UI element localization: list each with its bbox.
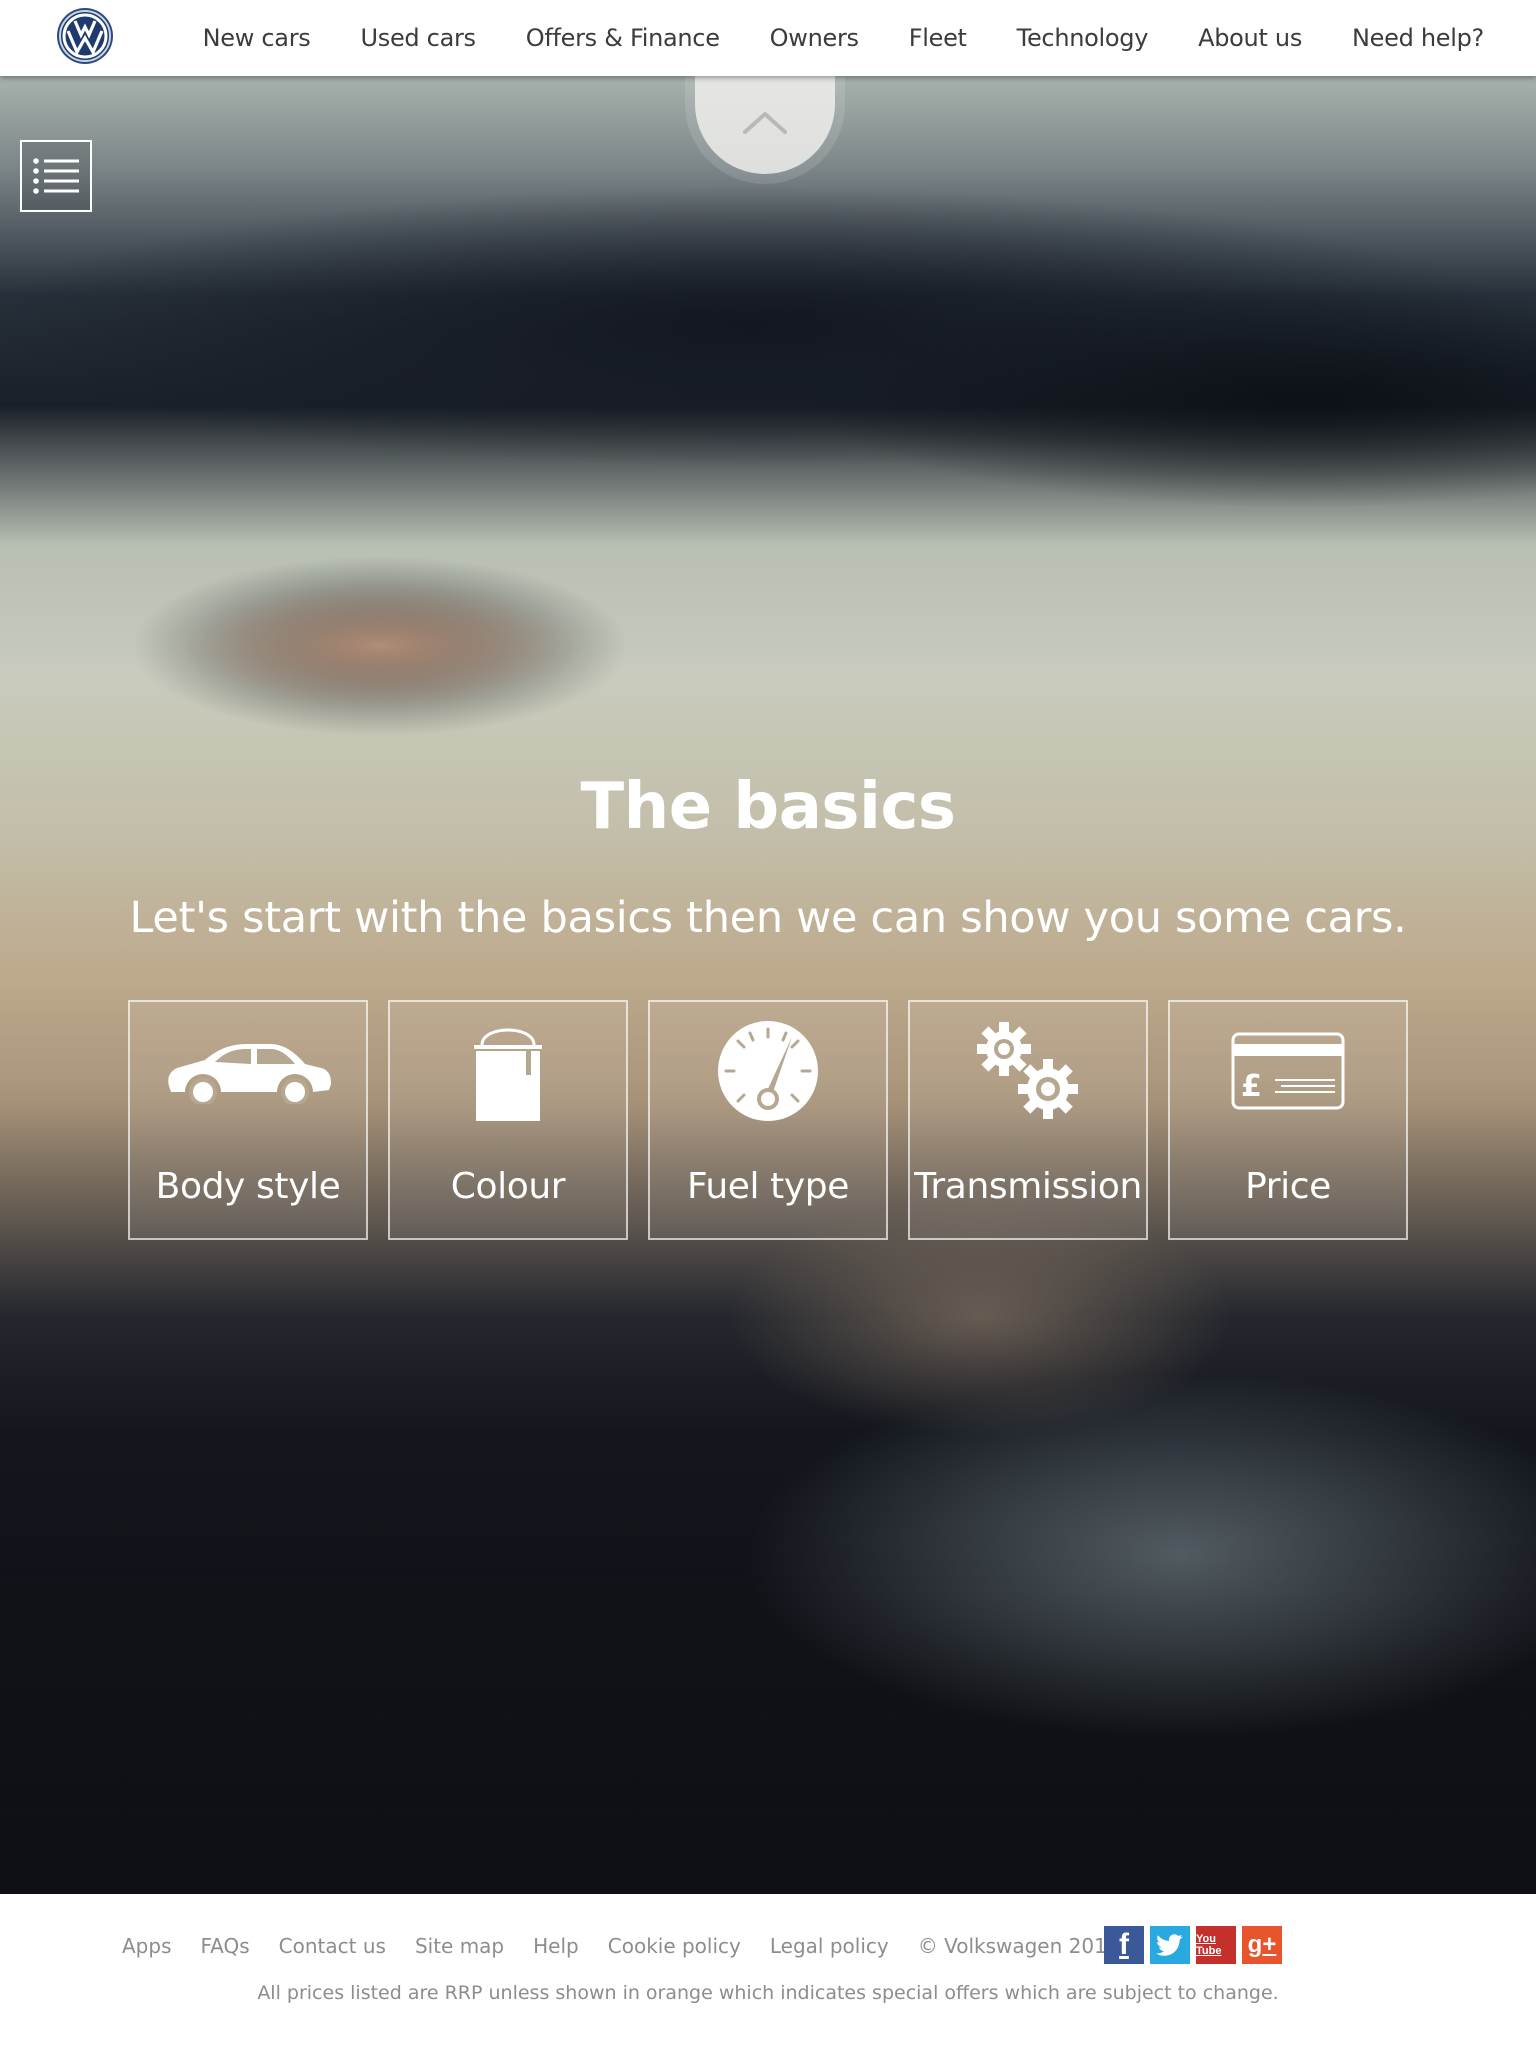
car-icon xyxy=(168,1044,331,1104)
tile-price[interactable]: £ Price xyxy=(1168,1000,1408,1240)
nav-fleet[interactable]: Fleet xyxy=(909,24,967,52)
footer-link-cookie-policy[interactable]: Cookie policy xyxy=(608,1934,741,1958)
footer-link-contact-us[interactable]: Contact us xyxy=(279,1934,386,1958)
tile-colour[interactable]: Colour xyxy=(388,1000,628,1240)
footer-link-apps[interactable]: Apps xyxy=(122,1934,172,1958)
tile-label: Transmission xyxy=(914,1166,1142,1207)
nav-new-cars[interactable]: New cars xyxy=(203,24,311,52)
nav-technology[interactable]: Technology xyxy=(1017,24,1149,52)
tile-label: Body style xyxy=(155,1166,341,1207)
svg-text:£: £ xyxy=(1241,1069,1262,1104)
youtube-icon[interactable]: You Tube xyxy=(1196,1926,1236,1964)
youtube-glyph: You Tube xyxy=(1196,1933,1222,1957)
tile-transmission[interactable]: Transmission xyxy=(908,1000,1148,1240)
footer-link-help[interactable]: Help xyxy=(533,1934,579,1958)
list-menu-icon xyxy=(33,158,79,194)
fuel-gauge-icon xyxy=(718,1021,818,1121)
site-footer: Apps FAQs Contact us Site map Help Cooki… xyxy=(0,1894,1536,2048)
nav-used-cars[interactable]: Used cars xyxy=(360,24,476,52)
nav-about-us[interactable]: About us xyxy=(1198,24,1302,52)
paint-can-icon xyxy=(474,1028,542,1121)
twitter-bird-glyph xyxy=(1156,1934,1183,1956)
footer-link-faqs[interactable]: FAQs xyxy=(201,1934,250,1958)
hero-background-image xyxy=(0,76,1536,1894)
google-plus-icon[interactable]: g+ xyxy=(1242,1926,1282,1964)
tile-label: Fuel type xyxy=(687,1166,849,1207)
footer-link-legal-policy[interactable]: Legal policy xyxy=(770,1934,889,1958)
nav-need-help[interactable]: Need help? xyxy=(1352,24,1484,52)
twitter-icon[interactable] xyxy=(1150,1926,1190,1964)
footer-links: Apps FAQs Contact us Site map Help Cooki… xyxy=(122,1934,1120,1958)
social-links: f You Tube g+ xyxy=(1104,1926,1282,1964)
nav-offers-finance[interactable]: Offers & Finance xyxy=(526,24,720,52)
footer-link-site-map[interactable]: Site map xyxy=(415,1934,504,1958)
gears-icon xyxy=(977,1022,1078,1119)
list-menu-button[interactable] xyxy=(20,140,92,212)
site-header: New cars Used cars Offers & Finance Owne… xyxy=(0,0,1536,76)
basics-tiles: Body style Colour Fuel type Transmission… xyxy=(128,1000,1408,1240)
tile-body-style[interactable]: Body style xyxy=(128,1000,368,1240)
price-disclaimer: All prices listed are RRP unless shown i… xyxy=(257,1982,1279,2004)
credit-card-icon: £ xyxy=(1231,1032,1345,1110)
page-title: The basics xyxy=(580,770,956,844)
facebook-icon[interactable]: f xyxy=(1104,1926,1144,1964)
volkswagen-logo[interactable] xyxy=(56,7,114,65)
page-subtitle: Let's start with the basics then we can … xyxy=(129,893,1407,943)
copyright: © Volkswagen 2016 xyxy=(917,1934,1120,1958)
tile-fuel-type[interactable]: Fuel type xyxy=(648,1000,888,1240)
tile-label: Price xyxy=(1245,1166,1331,1207)
main-nav: New cars Used cars Offers & Finance Owne… xyxy=(203,0,1485,76)
chevron-up-icon xyxy=(743,112,787,134)
tile-label: Colour xyxy=(450,1166,566,1207)
nav-owners[interactable]: Owners xyxy=(770,24,859,52)
